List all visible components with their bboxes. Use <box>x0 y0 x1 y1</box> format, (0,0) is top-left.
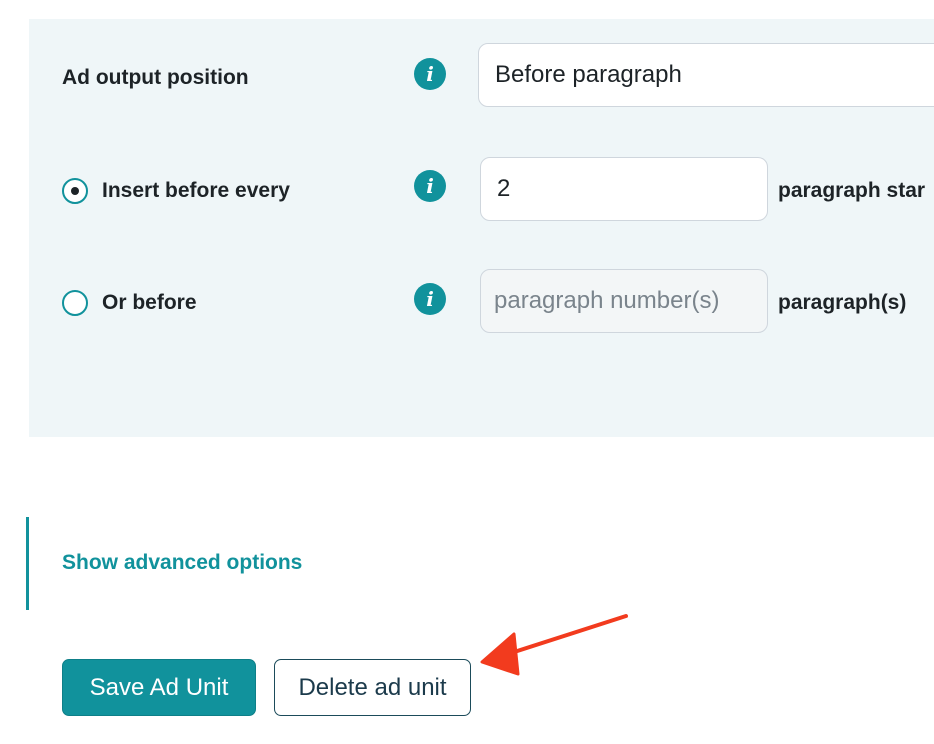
red-arrow-icon <box>480 614 628 676</box>
or-before-radio[interactable] <box>62 290 88 316</box>
insert-every-suffix: paragraph star <box>778 179 926 202</box>
insert-every-radio[interactable] <box>62 178 88 204</box>
info-icon[interactable]: i <box>414 170 446 202</box>
info-icon[interactable]: i <box>414 58 446 90</box>
insert-every-input[interactable]: 2 <box>480 157 768 221</box>
ad-output-position-label: Ad output position <box>62 66 249 89</box>
or-before-suffix: paragraph(s) <box>778 291 907 314</box>
info-icon[interactable]: i <box>414 283 446 315</box>
or-before-label: Or before <box>102 291 197 314</box>
insert-every-label: Insert before every <box>102 179 290 202</box>
paragraph-numbers-input[interactable]: paragraph number(s) <box>480 269 768 333</box>
advanced-options-accent-bar <box>26 517 29 610</box>
ad-output-position-select[interactable]: Before paragraph <box>478 43 934 107</box>
show-advanced-options-link[interactable]: Show advanced options <box>62 551 302 575</box>
save-ad-unit-button[interactable]: Save Ad Unit <box>62 659 256 716</box>
delete-ad-unit-button[interactable]: Delete ad unit <box>274 659 471 716</box>
